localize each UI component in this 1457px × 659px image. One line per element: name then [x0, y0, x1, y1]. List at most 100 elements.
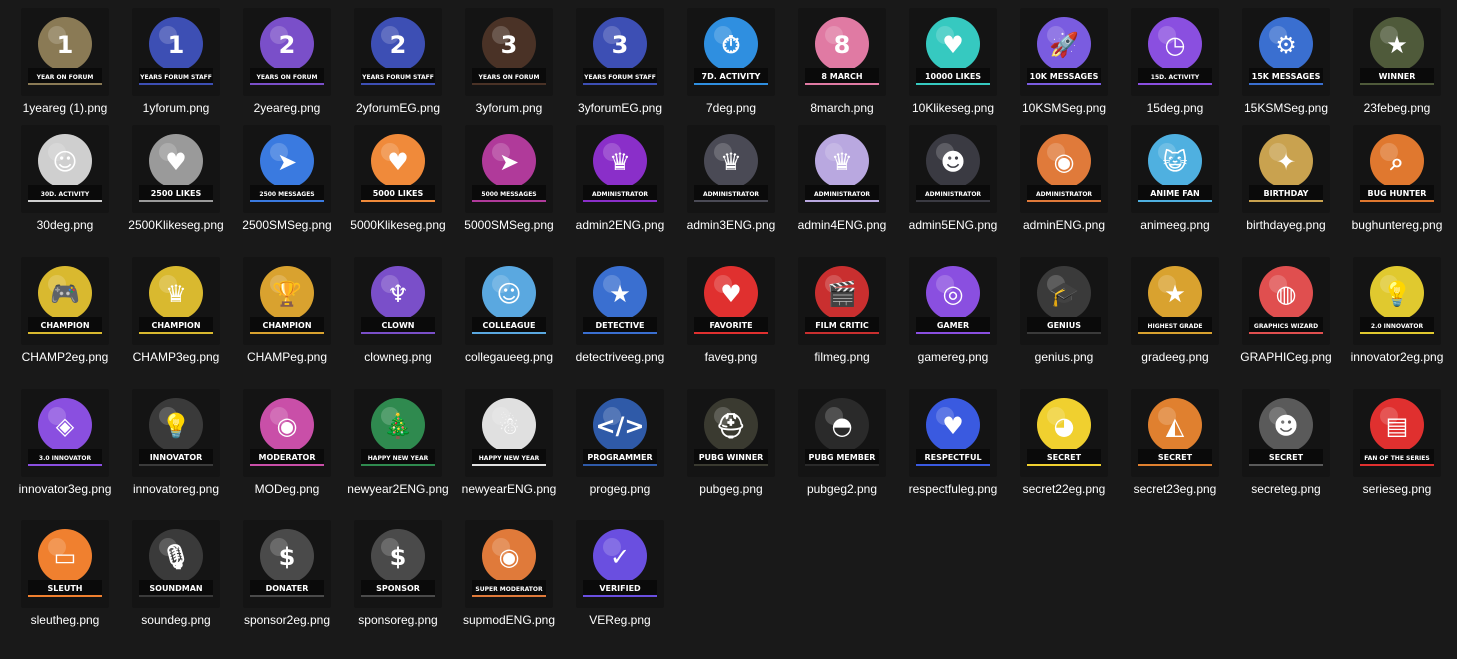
- file-tile[interactable]: ♥ 10000 LIKES 10Klikeseg.png: [898, 8, 1008, 116]
- badge-glyph: ★: [1386, 31, 1408, 59]
- badge-underline: [1249, 83, 1323, 85]
- eye-robot-icon: ◉ SUPER MODERATOR: [472, 529, 546, 597]
- file-thumbnail: 2 YEARS FORUM STAFF: [354, 8, 442, 96]
- file-tile[interactable]: ◷ 15D. ACTIVITY 15deg.png: [1120, 8, 1230, 116]
- badge-label: MODERATOR: [258, 453, 315, 462]
- file-tile[interactable]: ▤ FAN OF THE SERIES serieseg.png: [1342, 389, 1452, 497]
- snowman-icon: ☃ HAPPY NEW YEAR: [472, 398, 546, 466]
- file-tile[interactable]: ☺ 30D. ACTIVITY 30deg.png: [10, 125, 120, 233]
- file-tile[interactable]: ⏱ 7D. ACTIVITY 7deg.png: [676, 8, 786, 116]
- badge-underline: [1138, 83, 1212, 85]
- file-tile[interactable]: ◈ 3.0 INNOVATOR innovator3eg.png: [10, 389, 120, 497]
- file-tile[interactable]: ☻ ADMINISTRATOR admin5ENG.png: [898, 125, 1008, 233]
- rubber-duck-icon: ◕ SECRET: [1027, 398, 1101, 466]
- file-tile[interactable]: 💡 INNOVATOR innovatoreg.png: [121, 389, 231, 497]
- file-thumbnail: 2 YEARS ON FORUM: [243, 8, 331, 96]
- file-tile[interactable]: ♥ RESPECTFUL respectfuleg.png: [898, 389, 1008, 497]
- badge-label: CLOWN: [381, 321, 414, 330]
- badge-glyph: 💡: [161, 412, 191, 440]
- file-tile[interactable]: ♛ ADMINISTRATOR admin2ENG.png: [565, 125, 675, 233]
- file-tile[interactable]: ◍ GRAPHICS WIZARD GRAPHICeg.png: [1231, 257, 1341, 365]
- file-tile[interactable]: $ SPONSOR sponsoreg.png: [343, 520, 453, 628]
- file-name: 15deg.png: [1146, 101, 1204, 115]
- file-tile[interactable]: ⚙ 15K MESSAGES 15KSMSeg.png: [1231, 8, 1341, 116]
- microphone-icon: 🎙 SOUNDMAN: [139, 529, 213, 597]
- file-tile[interactable]: ★ WINNER 23febeg.png: [1342, 8, 1452, 116]
- file-tile[interactable]: ◉ MODERATOR MODeg.png: [232, 389, 342, 497]
- file-name: newyearENG.png: [461, 482, 557, 496]
- file-tile[interactable]: ◭ SECRET secret23eg.png: [1120, 389, 1230, 497]
- file-name: 2500Klikeseg.png: [128, 218, 224, 232]
- file-tile[interactable]: 🎄 HAPPY NEW YEAR newyear2ENG.png: [343, 389, 453, 497]
- file-tile[interactable]: 💡 2.0 INNOVATOR innovator2eg.png: [1342, 257, 1452, 365]
- file-tile[interactable]: 2 YEARS FORUM STAFF 2yforumEG.png: [343, 8, 453, 116]
- file-tile[interactable]: 3 YEARS FORUM STAFF 3yforumEG.png: [565, 8, 675, 116]
- badge-label: YEARS FORUM STAFF: [361, 74, 434, 81]
- file-tile[interactable]: ◕ SECRET secret22eg.png: [1009, 389, 1119, 497]
- file-thumbnail: ★ HIGHEST GRADE: [1131, 257, 1219, 345]
- badge-label: 10000 LIKES: [925, 72, 981, 81]
- file-tile[interactable]: 2 YEARS ON FORUM 2yeareg.png: [232, 8, 342, 116]
- file-name: birthdayeg.png: [1246, 218, 1326, 232]
- sheriff-star-icon: ★ DETECTIVE: [583, 266, 657, 334]
- file-tile[interactable]: ☃ HAPPY NEW YEAR newyearENG.png: [454, 389, 564, 497]
- file-thumbnail: 💡 INNOVATOR: [132, 389, 220, 477]
- badge-underline: [805, 332, 879, 334]
- file-tile[interactable]: ➤ 5000 MESSAGES 5000SMSeg.png: [454, 125, 564, 233]
- file-tile[interactable]: $ DONATER sponsor2eg.png: [232, 520, 342, 628]
- file-tile[interactable]: ▭ SLEUTH sleutheg.png: [10, 520, 120, 628]
- file-tile[interactable]: 🎬 FILM CRITIC filmeg.png: [787, 257, 897, 365]
- file-tile[interactable]: ♛ ADMINISTRATOR admin4ENG.png: [787, 125, 897, 233]
- file-tile[interactable]: ◎ GAMER gamereg.png: [898, 257, 1008, 365]
- file-tile[interactable]: ☻ SECRET secreteg.png: [1231, 389, 1341, 497]
- file-tile[interactable]: ✓ VERIFIED VEReg.png: [565, 520, 675, 628]
- badge-glyph: 3: [501, 31, 518, 59]
- file-name: admin3ENG.png: [686, 218, 776, 232]
- file-tile[interactable]: ★ DETECTIVE detectriveeg.png: [565, 257, 675, 365]
- eye-icon: ◉ MODERATOR: [250, 398, 324, 466]
- badge-glyph: ◉: [277, 412, 298, 440]
- file-tile[interactable]: ✦ BIRTHDAY birthdayeg.png: [1231, 125, 1341, 233]
- file-tile[interactable]: ◉ SUPER MODERATOR supmodENG.png: [454, 520, 564, 628]
- badge-label: DETECTIVE: [596, 321, 645, 330]
- file-thumbnail: ➤ 2500 MESSAGES: [243, 125, 331, 213]
- badge-label: VERIFIED: [599, 584, 641, 593]
- file-tile[interactable]: ⌕ BUG HUNTER bughuntereg.png: [1342, 125, 1452, 233]
- file-tile[interactable]: ⛑ PUBG WINNER pubgeg.png: [676, 389, 786, 497]
- badge-glyph: ★: [1164, 280, 1186, 308]
- heart-bubble-icon: ♥ 2500 LIKES: [139, 134, 213, 202]
- file-tile[interactable]: 8 8 MARCH 8march.png: [787, 8, 897, 116]
- file-tile[interactable]: ◓ PUBG MEMBER pubgeg2.png: [787, 389, 897, 497]
- file-tile[interactable]: 1 YEARS FORUM STAFF 1yforum.png: [121, 8, 231, 116]
- file-tile[interactable]: </> PROGRAMMER progeg.png: [565, 389, 675, 497]
- file-tile[interactable]: ◉ ADMINISTRATOR adminENG.png: [1009, 125, 1119, 233]
- file-tile[interactable]: ♥ FAVORITE faveg.png: [676, 257, 786, 365]
- file-tile[interactable]: 🎓 GENIUS genius.png: [1009, 257, 1119, 365]
- file-tile[interactable]: 😺 ANIME FAN animeeg.png: [1120, 125, 1230, 233]
- badge-label: 2500 LIKES: [151, 189, 202, 198]
- badge-underline: [250, 83, 324, 85]
- file-tile[interactable]: ♛ ADMINISTRATOR admin3ENG.png: [676, 125, 786, 233]
- badge-glyph: ☺: [496, 280, 521, 308]
- badge-label: GENIUS: [1047, 321, 1081, 330]
- file-tile[interactable]: ♥ 2500 LIKES 2500Klikeseg.png: [121, 125, 231, 233]
- file-tile[interactable]: 🏆 CHAMPION CHAMPeg.png: [232, 257, 342, 365]
- badge-underline: [1027, 464, 1101, 466]
- file-tile[interactable]: 3 YEARS ON FORUM 3yforum.png: [454, 8, 564, 116]
- file-tile[interactable]: ☺ COLLEAGUE collegaueeg.png: [454, 257, 564, 365]
- file-tile[interactable]: 🎮 CHAMPION CHAMP2eg.png: [10, 257, 120, 365]
- file-tile[interactable]: ♛ CHAMPION CHAMP3eg.png: [121, 257, 231, 365]
- hooded-figure-icon: ☻ ADMINISTRATOR: [916, 134, 990, 202]
- file-tile[interactable]: ★ HIGHEST GRADE gradeeg.png: [1120, 257, 1230, 365]
- file-tile[interactable]: ♥ 5000 LIKES 5000Klikeseg.png: [343, 125, 453, 233]
- badge-label: 7D. ACTIVITY: [702, 72, 761, 81]
- file-tile[interactable]: 🎙 SOUNDMAN soundeg.png: [121, 520, 231, 628]
- jester-hat-icon: ♆ CLOWN: [361, 266, 435, 334]
- badge-underline: [361, 200, 435, 202]
- file-tile[interactable]: 1 YEAR ON FORUM 1yeareg (1).png: [10, 8, 120, 116]
- anime-cat-icon: 😺 ANIME FAN: [1138, 134, 1212, 202]
- file-tile[interactable]: ♆ CLOWN clowneg.png: [343, 257, 453, 365]
- party-popper-icon: ✦ BIRTHDAY: [1249, 134, 1323, 202]
- file-tile[interactable]: 🚀 10K MESSAGES 10KSMSeg.png: [1009, 8, 1119, 116]
- file-tile[interactable]: ➤ 2500 MESSAGES 2500SMSeg.png: [232, 125, 342, 233]
